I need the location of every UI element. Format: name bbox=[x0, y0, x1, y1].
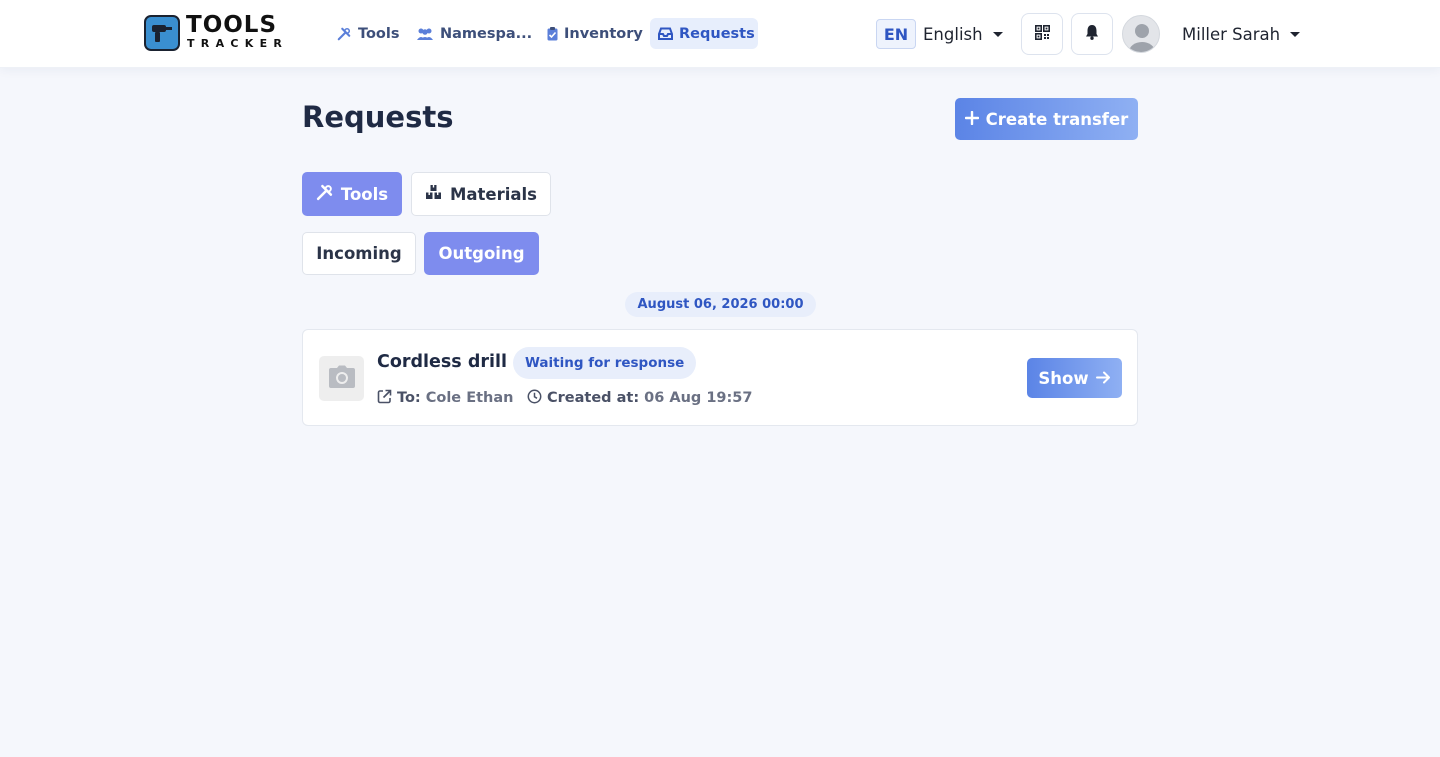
camera-icon bbox=[328, 365, 356, 393]
show-button-label: Show bbox=[1038, 368, 1089, 388]
tab-outgoing[interactable]: Outgoing bbox=[424, 232, 539, 275]
chevron-down-icon bbox=[1290, 31, 1301, 37]
top-navbar: TOOLS TRACKER Tools Namespa... Inventory… bbox=[0, 0, 1440, 68]
tools-icon bbox=[316, 184, 333, 205]
language-code-badge: EN bbox=[876, 19, 916, 49]
arrow-right-icon bbox=[1095, 369, 1111, 388]
recipient-label: To: bbox=[397, 390, 421, 406]
user-name: Miller Sarah bbox=[1182, 24, 1281, 44]
status-badge: Waiting for response bbox=[513, 347, 697, 379]
item-thumbnail bbox=[319, 356, 364, 401]
recipient-value: Cole Ethan bbox=[425, 390, 514, 406]
tools-icon bbox=[336, 26, 352, 42]
qr-code-icon bbox=[1034, 24, 1050, 44]
request-item-title[interactable]: Cordless drill bbox=[377, 352, 507, 372]
avatar[interactable] bbox=[1122, 15, 1160, 53]
tab-label: Materials bbox=[449, 184, 538, 204]
request-card: Cordless drill Waiting for response To: … bbox=[302, 329, 1138, 426]
show-request-button[interactable]: Show bbox=[1027, 358, 1122, 398]
created-value: 06 Aug 19:57 bbox=[644, 390, 753, 406]
request-created-at: Created at: 06 Aug 19:57 bbox=[527, 389, 752, 407]
inbox-icon bbox=[658, 26, 673, 42]
bell-icon bbox=[1085, 24, 1099, 44]
clock-icon bbox=[527, 389, 542, 408]
tab-label: Incoming bbox=[316, 244, 402, 263]
nav-item-label: Requests bbox=[679, 25, 755, 42]
nav-item-label: Inventory bbox=[564, 25, 643, 42]
tab-incoming[interactable]: Incoming bbox=[302, 232, 416, 275]
notifications-button[interactable] bbox=[1071, 13, 1113, 55]
nav-item-inventory[interactable]: Inventory bbox=[538, 18, 651, 49]
nav-item-tools[interactable]: Tools bbox=[328, 18, 408, 49]
plus-icon bbox=[964, 110, 979, 129]
request-recipient: To: Cole Ethan bbox=[377, 389, 513, 407]
tab-tools[interactable]: Tools bbox=[302, 172, 402, 216]
nav-item-label: Tools bbox=[358, 25, 400, 42]
user-silhouette-icon bbox=[1129, 24, 1155, 52]
drill-logo-icon bbox=[144, 15, 180, 51]
create-transfer-button[interactable]: Create transfer bbox=[955, 98, 1138, 140]
nav-item-label: Namespa... bbox=[440, 25, 533, 42]
create-transfer-label: Create transfer bbox=[985, 109, 1129, 129]
tab-materials[interactable]: Materials bbox=[411, 172, 551, 216]
language-name: English bbox=[923, 24, 983, 44]
tab-label: Outgoing bbox=[438, 244, 525, 263]
qr-code-button[interactable] bbox=[1021, 13, 1063, 55]
date-group-label: August 06, 2026 00:00 bbox=[625, 292, 816, 317]
chevron-down-icon bbox=[992, 31, 1003, 37]
page-title: Requests bbox=[302, 100, 454, 134]
created-label: Created at: bbox=[547, 390, 640, 406]
app-logo[interactable]: TOOLS TRACKER bbox=[144, 12, 310, 51]
clipboard-check-icon bbox=[546, 26, 558, 42]
tab-label: Tools bbox=[340, 184, 389, 204]
nav-item-namespaces[interactable]: Namespa... bbox=[408, 18, 540, 49]
user-menu-dropdown[interactable]: Miller Sarah bbox=[1182, 19, 1301, 49]
nav-item-requests[interactable]: Requests bbox=[650, 18, 758, 49]
external-link-icon bbox=[377, 389, 392, 408]
logo-text-bottom: TRACKER bbox=[187, 37, 289, 50]
logo-text-top: TOOLS bbox=[186, 12, 278, 38]
users-icon bbox=[416, 26, 434, 42]
boxes-icon bbox=[425, 184, 442, 204]
language-dropdown[interactable]: English bbox=[923, 19, 1003, 49]
